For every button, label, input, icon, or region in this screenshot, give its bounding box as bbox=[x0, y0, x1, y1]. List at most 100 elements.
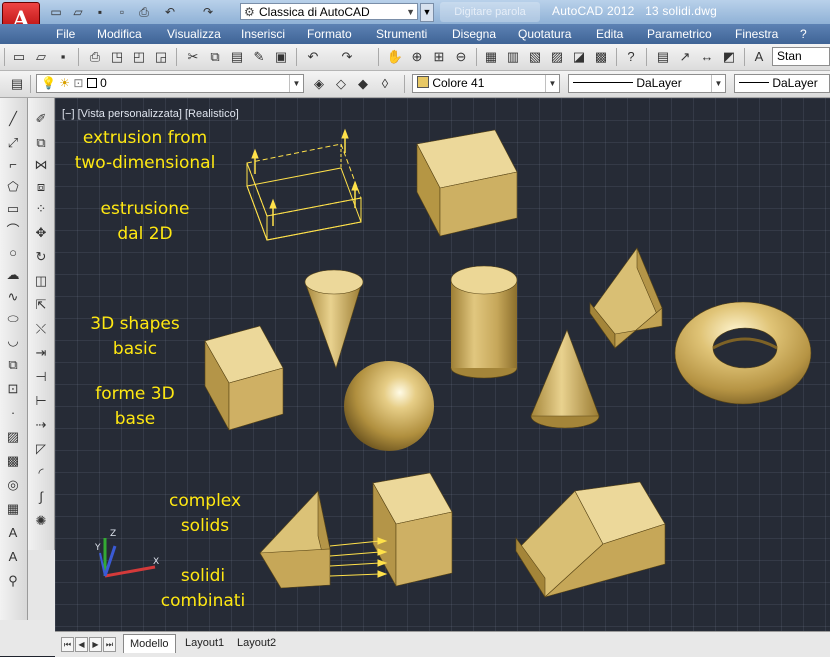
menu-modifica[interactable]: Modifica bbox=[97, 27, 142, 41]
line-icon[interactable]: ╱ bbox=[4, 110, 22, 128]
pan-icon[interactable]: ✋ bbox=[386, 48, 404, 66]
prev-tab-icon[interactable]: ◀ bbox=[75, 637, 88, 652]
layer-previous-icon[interactable]: ◇ bbox=[332, 75, 350, 93]
workspace-select[interactable]: ⚙ Classica di AutoCAD ▼ bbox=[240, 3, 418, 20]
layer-manager-icon[interactable]: ▤ bbox=[8, 75, 26, 93]
menu-parametrico[interactable]: Parametrico bbox=[647, 27, 712, 41]
revision-cloud-icon[interactable]: ☁ bbox=[4, 266, 22, 284]
paste-icon[interactable]: ▤ bbox=[228, 48, 246, 66]
spline-icon[interactable]: ∿ bbox=[4, 288, 22, 306]
tab-modello[interactable]: Modello bbox=[123, 634, 176, 653]
arc-icon[interactable]: ⌒ bbox=[4, 222, 22, 240]
ellipse-arc-icon[interactable]: ◡ bbox=[4, 332, 22, 350]
open-icon[interactable]: ▱ bbox=[32, 48, 50, 66]
3d-dwf-icon[interactable]: ◲ bbox=[152, 48, 170, 66]
match-properties-icon[interactable]: ✎ bbox=[250, 48, 268, 66]
preview-icon[interactable]: ◳ bbox=[108, 48, 126, 66]
make-current-layer-icon[interactable]: ◈ bbox=[310, 75, 328, 93]
scale-icon[interactable]: ◫ bbox=[32, 272, 50, 290]
layer-select[interactable]: 💡 ☀ ⊡ 0 ▼ bbox=[36, 74, 304, 93]
fillet-icon[interactable]: ◜ bbox=[32, 464, 50, 482]
offset-icon[interactable]: ⧈ bbox=[32, 178, 50, 196]
table-icon[interactable]: ▦ bbox=[4, 500, 22, 518]
add-selected-icon[interactable]: ⚲ bbox=[4, 572, 22, 590]
tool-palettes-icon[interactable]: ▧ bbox=[526, 48, 544, 66]
menu-help[interactable]: ? bbox=[800, 27, 807, 41]
properties-icon[interactable]: ▦ bbox=[482, 48, 500, 66]
design-center-icon[interactable]: ▥ bbox=[504, 48, 522, 66]
gradient-icon[interactable]: ▩ bbox=[4, 452, 22, 470]
next-tab-icon[interactable]: ▶ bbox=[89, 637, 102, 652]
menu-finestra[interactable]: Finestra bbox=[735, 27, 778, 41]
layer-isolate-icon[interactable]: ◆ bbox=[354, 75, 372, 93]
rectangle-icon[interactable]: ▭ bbox=[4, 200, 22, 218]
multiline-text-icon[interactable]: A bbox=[4, 524, 22, 542]
drawing-viewport[interactable]: [−] [Vista personalizzata] [Realistico] … bbox=[55, 98, 830, 631]
menu-formato[interactable]: Formato bbox=[307, 27, 352, 41]
copy-object-icon[interactable]: ⧉ bbox=[32, 134, 50, 152]
block-editor-icon[interactable]: ▣ bbox=[272, 48, 290, 66]
insert-block-icon[interactable]: ⧉ bbox=[4, 356, 22, 374]
menu-inserisci[interactable]: Inserisci bbox=[241, 27, 285, 41]
help-icon[interactable]: ? bbox=[622, 48, 640, 66]
customize-quick-access-button[interactable]: ▼ bbox=[420, 3, 434, 22]
new-file-icon[interactable]: ▭ bbox=[48, 4, 64, 20]
dim-style-icon[interactable]: ↔ bbox=[698, 48, 716, 66]
publish-icon[interactable]: ◰ bbox=[130, 48, 148, 66]
color-select[interactable]: Colore 41 ▼ bbox=[412, 74, 560, 93]
layer-states-icon[interactable]: ◩ bbox=[720, 48, 738, 66]
print-icon[interactable]: ⎙ bbox=[136, 4, 152, 20]
tab-layout2[interactable]: Layout2 bbox=[231, 634, 282, 652]
text-icon[interactable]: A bbox=[4, 548, 22, 566]
plot-icon[interactable]: ⎙ bbox=[86, 48, 104, 66]
array-icon[interactable]: ⁘ bbox=[32, 200, 50, 218]
multileader-style-icon[interactable]: ↗ bbox=[676, 48, 694, 66]
chamfer-icon[interactable]: ◸ bbox=[32, 440, 50, 458]
zoom-window-icon[interactable]: ⊞ bbox=[430, 48, 448, 66]
circle-icon[interactable]: ○ bbox=[4, 244, 22, 262]
save-icon[interactable]: ▪ bbox=[54, 48, 72, 66]
open-file-icon[interactable]: ▱ bbox=[70, 4, 86, 20]
join-icon[interactable]: ⇢ bbox=[32, 416, 50, 434]
point-icon[interactable]: · bbox=[4, 404, 22, 422]
region-icon[interactable]: ◎ bbox=[4, 476, 22, 494]
save-icon[interactable]: ▪ bbox=[92, 4, 108, 20]
polyline-icon[interactable]: ⌐ bbox=[4, 156, 22, 174]
zoom-previous-icon[interactable]: ⊖ bbox=[452, 48, 470, 66]
trim-icon[interactable]: ⤬ bbox=[32, 320, 50, 338]
break-at-point-icon[interactable]: ⊣ bbox=[32, 368, 50, 386]
linetype-select[interactable]: DaLayer ▼ bbox=[568, 74, 726, 93]
last-tab-icon[interactable]: ⏭ bbox=[103, 637, 116, 652]
extend-icon[interactable]: ⇥ bbox=[32, 344, 50, 362]
cut-icon[interactable]: ✂ bbox=[184, 48, 202, 66]
undo-icon[interactable]: ↶ bbox=[162, 4, 178, 20]
rotate-icon[interactable]: ↻ bbox=[32, 248, 50, 266]
menu-quotatura[interactable]: Quotatura bbox=[518, 27, 571, 41]
zoom-realtime-icon[interactable]: ⊕ bbox=[408, 48, 426, 66]
lineweight-select[interactable]: DaLayer bbox=[734, 74, 830, 93]
markup-icon[interactable]: ◪ bbox=[570, 48, 588, 66]
menu-strumenti[interactable]: Strumenti bbox=[376, 27, 427, 41]
save-as-icon[interactable]: ▫ bbox=[114, 4, 130, 20]
undo-icon[interactable]: ↶ bbox=[304, 48, 322, 66]
blend-curves-icon[interactable]: ∫ bbox=[32, 488, 50, 506]
first-tab-icon[interactable]: ⏮ bbox=[61, 637, 74, 652]
layer-walk-icon[interactable]: ◊ bbox=[376, 75, 394, 93]
break-icon[interactable]: ⊢ bbox=[32, 392, 50, 410]
new-icon[interactable]: ▭ bbox=[10, 48, 28, 66]
construction-line-icon[interactable]: ⤢ bbox=[4, 134, 22, 152]
menu-visualizza[interactable]: Visualizza bbox=[167, 27, 221, 41]
erase-icon[interactable]: ✐ bbox=[32, 110, 50, 128]
redo-icon[interactable]: ↷ bbox=[338, 48, 356, 66]
polygon-icon[interactable]: ⬠ bbox=[4, 178, 22, 196]
text-style-icon[interactable]: A bbox=[750, 48, 768, 66]
redo-icon[interactable]: ↷ bbox=[200, 4, 216, 20]
explode-icon[interactable]: ✺ bbox=[32, 512, 50, 530]
make-block-icon[interactable]: ⊡ bbox=[4, 380, 22, 398]
ellipse-icon[interactable]: ⬭ bbox=[4, 310, 22, 328]
calculator-icon[interactable]: ▩ bbox=[592, 48, 610, 66]
menu-file[interactable]: File bbox=[56, 27, 75, 41]
tab-layout1[interactable]: Layout1 bbox=[179, 634, 230, 652]
sheet-set-icon[interactable]: ▨ bbox=[548, 48, 566, 66]
menu-edita[interactable]: Edita bbox=[596, 27, 623, 41]
